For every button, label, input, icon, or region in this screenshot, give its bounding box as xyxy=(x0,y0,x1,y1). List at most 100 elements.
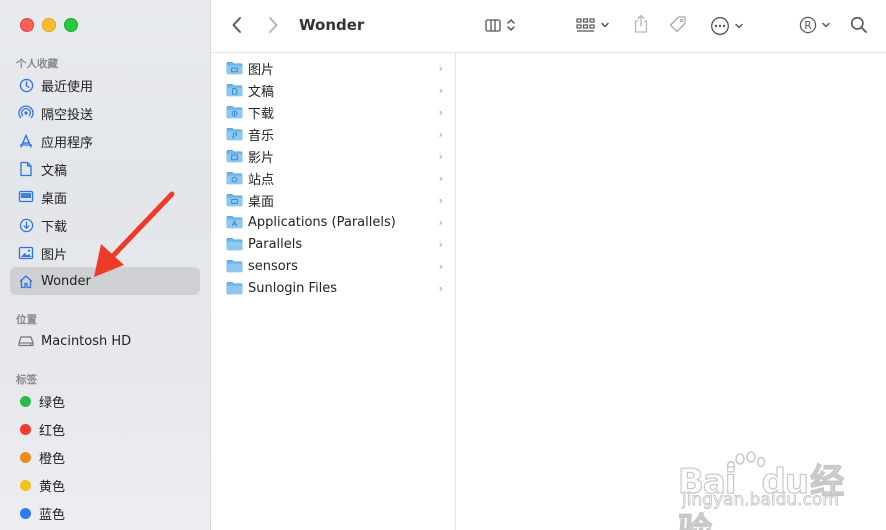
sidebar-item-label: Macintosh HD xyxy=(41,333,132,349)
tag-button[interactable] xyxy=(668,15,688,35)
sidebar-item-label: 橙色 xyxy=(39,451,66,467)
ellipsis-circle-icon xyxy=(711,17,729,35)
disk-icon xyxy=(18,333,34,349)
file-name: Sunlogin Files xyxy=(248,280,338,296)
extension-button[interactable]: R xyxy=(799,16,831,34)
sidebar-item-desktop[interactable]: 桌面 xyxy=(10,183,200,211)
share-icon xyxy=(634,14,648,33)
file-name: 图片 xyxy=(248,62,275,78)
sidebar-item-label: 图片 xyxy=(41,247,68,263)
favorites-section-title: 个人收藏 xyxy=(16,58,58,70)
file-row[interactable]: 文稿 › xyxy=(223,79,445,101)
sidebar-item-label: Wonder xyxy=(41,273,91,289)
folder-icon xyxy=(226,150,243,163)
chevron-right-icon: › xyxy=(438,215,443,229)
file-row[interactable]: 桌面 › xyxy=(223,189,445,211)
folder-icon xyxy=(226,62,243,75)
download-icon xyxy=(18,217,34,233)
file-row[interactable]: 音乐 › xyxy=(223,123,445,145)
search-icon xyxy=(850,16,867,33)
group-button[interactable] xyxy=(576,18,610,32)
chevron-right-icon: › xyxy=(438,237,443,251)
clock-icon xyxy=(18,77,34,93)
back-button[interactable] xyxy=(231,16,243,34)
sidebar-tag-yellow[interactable]: 黄色 xyxy=(10,471,200,499)
sidebar-item-wonder[interactable]: Wonder xyxy=(10,267,200,295)
folder-icon xyxy=(226,238,243,251)
chevron-updown-icon xyxy=(507,19,515,31)
desktop-icon xyxy=(18,189,34,205)
sidebar-item-label: 应用程序 xyxy=(41,135,94,151)
sidebar-item-label: 红色 xyxy=(39,423,66,439)
applications-icon xyxy=(18,133,34,149)
chevron-right-icon: › xyxy=(438,127,443,141)
zoom-button[interactable] xyxy=(64,18,78,32)
file-name: Parallels xyxy=(248,236,303,252)
chevron-right-icon: › xyxy=(438,171,443,185)
sidebar-item-label: 桌面 xyxy=(41,191,68,207)
file-name: 下载 xyxy=(248,106,275,122)
sidebar-item-label: 蓝色 xyxy=(39,507,66,523)
orange-tag-dot-icon xyxy=(20,451,31,463)
home-icon xyxy=(18,273,34,289)
sidebar-tag-green[interactable]: 绿色 xyxy=(10,387,200,415)
chevron-right-icon: › xyxy=(438,83,443,97)
toolbar: Wonder R xyxy=(211,0,886,53)
sidebar-item-label: 文稿 xyxy=(41,163,68,179)
sidebar-item-pictures[interactable]: 图片 xyxy=(10,239,200,267)
chevron-down-icon xyxy=(601,22,609,28)
registered-icon: R xyxy=(799,16,817,34)
folder-icon xyxy=(226,128,243,141)
sidebar-item-label: 绿色 xyxy=(39,395,66,411)
sidebar-item-label: 黄色 xyxy=(39,479,66,495)
finder-window: 个人收藏 最近使用 隔空投送 应用程序 文稿 桌面 下载 图片 Wonder 位… xyxy=(0,0,886,530)
view-mode-button[interactable] xyxy=(485,17,516,33)
minimize-button[interactable] xyxy=(42,18,56,32)
sidebar-item-label: 下载 xyxy=(41,219,68,235)
window-controls xyxy=(20,18,78,32)
locations-section-title: 位置 xyxy=(16,314,37,326)
sidebar-item-applications[interactable]: 应用程序 xyxy=(10,127,200,155)
file-row[interactable]: 下载 › xyxy=(223,101,445,123)
sidebar-tag-red[interactable]: 红色 xyxy=(10,415,200,443)
sidebar-item-documents[interactable]: 文稿 xyxy=(10,155,200,183)
chevron-right-icon: › xyxy=(438,61,443,75)
watermark-url: jingyan.baidu.com xyxy=(682,490,840,511)
document-icon xyxy=(18,161,34,177)
chevron-down-icon xyxy=(822,22,830,28)
yellow-tag-dot-icon xyxy=(20,479,31,491)
forward-button[interactable] xyxy=(267,16,279,34)
file-name: sensors xyxy=(248,258,298,274)
tags-section-title: 标签 xyxy=(16,374,37,386)
sidebar-tag-orange[interactable]: 橙色 xyxy=(10,443,200,471)
action-button[interactable] xyxy=(710,16,744,36)
chevron-right-icon xyxy=(269,17,278,33)
sidebar-item-recents[interactable]: 最近使用 xyxy=(10,71,200,99)
file-row[interactable]: Sunlogin Files › xyxy=(223,277,445,299)
folder-icon xyxy=(226,84,243,97)
chevron-right-icon: › xyxy=(438,281,443,295)
chevron-right-icon: › xyxy=(438,193,443,207)
file-row[interactable]: sensors › xyxy=(223,255,445,277)
close-button[interactable] xyxy=(20,18,34,32)
file-row[interactable]: 影片 › xyxy=(223,145,445,167)
sidebar-item-downloads[interactable]: 下载 xyxy=(10,211,200,239)
folder-icon xyxy=(226,260,243,273)
search-button[interactable] xyxy=(850,16,868,34)
blue-tag-dot-icon xyxy=(20,507,31,519)
file-row[interactable]: 站点 › xyxy=(223,167,445,189)
sidebar: 个人收藏 最近使用 隔空投送 应用程序 文稿 桌面 下载 图片 Wonder 位… xyxy=(0,0,211,530)
folder-icon xyxy=(226,282,243,295)
file-name: 影片 xyxy=(248,150,275,166)
file-row[interactable]: Applications (Parallels) › xyxy=(223,211,445,233)
sidebar-item-airdrop[interactable]: 隔空投送 xyxy=(10,99,200,127)
grid-group-icon xyxy=(576,18,595,32)
file-row[interactable]: 图片 › xyxy=(223,57,445,79)
sidebar-item-label: 隔空投送 xyxy=(41,107,94,123)
share-button[interactable] xyxy=(633,14,649,34)
airdrop-icon xyxy=(18,105,34,121)
chevron-right-icon: › xyxy=(438,259,443,273)
sidebar-item-macintosh-hd[interactable]: Macintosh HD xyxy=(10,327,200,355)
file-row[interactable]: Parallels › xyxy=(223,233,445,255)
sidebar-tag-blue[interactable]: 蓝色 xyxy=(10,499,200,527)
